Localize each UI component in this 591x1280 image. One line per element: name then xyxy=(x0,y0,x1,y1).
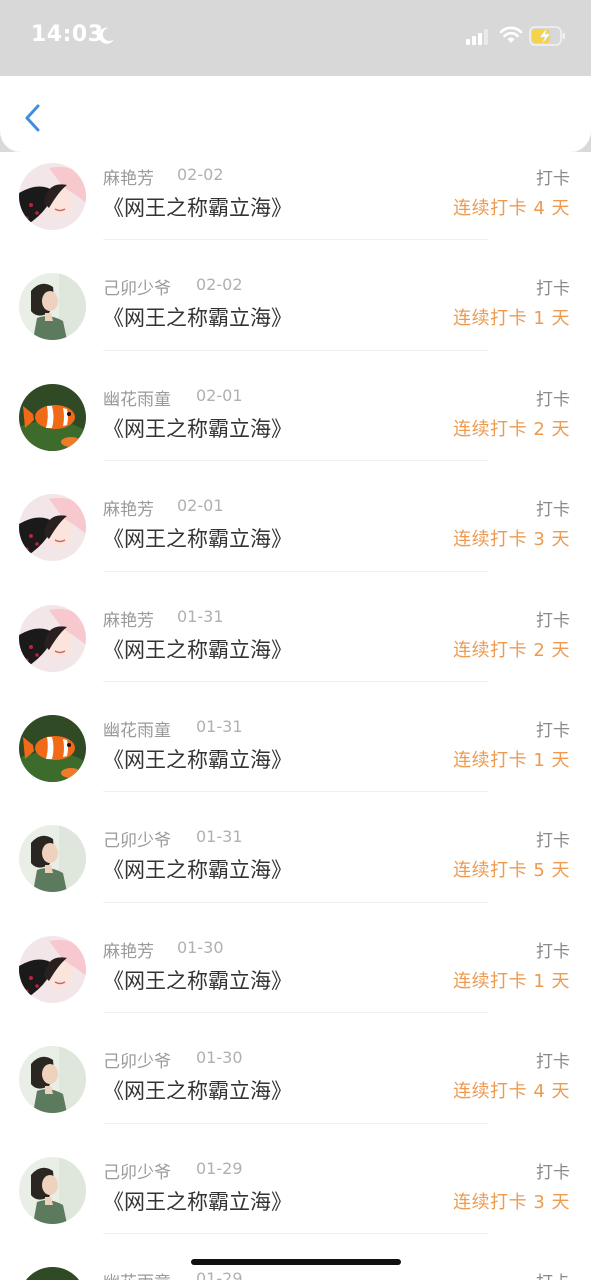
user-name: 己卯少爷 xyxy=(103,1052,171,1073)
checkin-date: 01-30 xyxy=(196,1048,243,1068)
streak-label: 连续打卡 3 天 xyxy=(453,1191,570,1213)
book-title[interactable]: 《网王之称霸立海》 xyxy=(103,523,292,553)
checkin-date: 01-29 xyxy=(196,1268,243,1280)
cellular-signal-icon xyxy=(466,29,488,45)
checkin-date: 02-02 xyxy=(177,165,224,184)
book-title[interactable]: 《网王之称霸立海》 xyxy=(103,302,292,332)
record-type-label: 打卡 xyxy=(536,1268,570,1280)
checkin-date: 01-31 xyxy=(196,716,243,736)
streak-label: 连续打卡 2 天 xyxy=(453,418,570,440)
record-type-label: 打卡 xyxy=(536,500,570,521)
streak-label: 连续打卡 4 天 xyxy=(453,198,570,219)
record-type-label: 打卡 xyxy=(536,169,570,189)
avatar[interactable] xyxy=(19,273,86,341)
record-type-label: 打卡 xyxy=(536,389,570,410)
checkin-date: 01-30 xyxy=(177,937,224,957)
status-time: 14:03 xyxy=(31,22,104,47)
home-indicator xyxy=(191,1259,401,1265)
user-name: 己卯少爷 xyxy=(103,279,171,300)
list-item[interactable]: 己卯少爷 02-02 《网王之称霸立海》 打卡连续打卡 1 天 xyxy=(0,240,591,351)
avatar[interactable] xyxy=(19,604,86,672)
user-name: 己卯少爷 xyxy=(103,831,171,852)
streak-label: 连续打卡 5 天 xyxy=(453,860,570,882)
avatar[interactable] xyxy=(19,494,86,562)
streak-label: 连续打卡 3 天 xyxy=(453,529,570,551)
list-item[interactable]: 幽花雨童01-29《网王之称霸立海》打卡 xyxy=(0,1234,591,1280)
record-type-label: 打卡 xyxy=(536,610,570,631)
checkin-date: 01-31 xyxy=(196,827,243,847)
streak-label: 连续打卡 4 天 xyxy=(453,1081,570,1103)
list-item[interactable]: 幽花雨童 02-01 《网王之称霸立海》 打卡连续打卡 2 天 xyxy=(0,351,591,462)
streak-label: 连续打卡 2 天 xyxy=(453,639,570,661)
chevron-left-icon[interactable] xyxy=(14,100,50,136)
book-title[interactable]: 《网王之称霸立海》 xyxy=(103,965,292,995)
list-item[interactable]: 幽花雨童 01-31 《网王之称霸立海》 打卡连续打卡 1 天 xyxy=(0,682,591,793)
moon-icon xyxy=(98,27,114,44)
list-item[interactable]: 麻艳芳 02-02 《网王之称霸立海》 打卡连续打卡 4 天 xyxy=(0,152,591,241)
book-title[interactable]: 《网王之称霸立海》 xyxy=(103,413,292,443)
book-title[interactable]: 《网王之称霸立海》 xyxy=(103,744,292,774)
avatar[interactable] xyxy=(19,714,86,782)
streak-label: 连续打卡 1 天 xyxy=(453,749,570,771)
checkin-date: 01-31 xyxy=(177,606,224,626)
record-type-label: 打卡 xyxy=(536,1162,570,1183)
user-name: 幽花雨童 xyxy=(103,720,171,741)
list-item[interactable]: 麻艳芳 01-31 《网王之称霸立海》 打卡连续打卡 2 天 xyxy=(0,572,591,682)
checkin-date: 02-02 xyxy=(196,275,243,295)
user-name: 己卯少爷 xyxy=(103,1162,171,1183)
checkin-date: 02-01 xyxy=(196,385,243,405)
list-item[interactable]: 麻艳芳 02-01 《网王之称霸立海》 打卡连续打卡 3 天 xyxy=(0,461,591,572)
book-title[interactable]: 《网王之称霸立海》 xyxy=(103,634,292,664)
avatar[interactable] xyxy=(19,1266,86,1280)
list-item[interactable]: 己卯少爷 01-29 《网王之称霸立海》 打卡连续打卡 3 天 xyxy=(0,1124,591,1234)
list-item[interactable]: 己卯少爷 01-31 《网王之称霸立海》 打卡连续打卡 5 天 xyxy=(0,792,591,903)
book-title[interactable]: 《网王之称霸立海》 xyxy=(103,1075,292,1105)
record-type-label: 打卡 xyxy=(536,1052,570,1073)
book-title[interactable]: 《网王之称霸立海》 xyxy=(103,854,292,884)
avatar[interactable] xyxy=(19,1156,86,1224)
avatar[interactable] xyxy=(19,163,86,230)
checkin-list[interactable]: 麻艳芳 02-02 《网王之称霸立海》 打卡 连续打卡 4 天己卯少爷 02-02 《网王之… xyxy=(0,152,591,1280)
user-name: 麻艳芳 xyxy=(103,500,154,521)
wifi-icon xyxy=(499,26,523,43)
user-name: 幽花雨童 xyxy=(103,1268,171,1280)
record-type-label: 打卡 xyxy=(536,831,570,852)
list-item[interactable]: 己卯少爷 01-30 《网王之称霸立海》 打卡连续打卡 4 天 xyxy=(0,1013,591,1124)
streak-label: 连续打卡 1 天 xyxy=(453,308,570,330)
avatar[interactable] xyxy=(19,383,86,451)
checkin-date: 02-01 xyxy=(177,496,224,516)
record-type-label: 打卡 xyxy=(536,279,570,300)
checkin-list-inner: 麻艳芳 02-02 《网王之称霸立海》 打卡 连续打卡 4 天己卯少爷 02-02 《网王之… xyxy=(0,152,591,1280)
record-type-label: 打卡 xyxy=(536,941,570,962)
list-item[interactable]: 麻艳芳 01-30 《网王之称霸立海》 打卡连续打卡 1 天 xyxy=(0,903,591,1014)
book-title[interactable]: 《网王之称霸立海》 xyxy=(103,192,292,222)
status-bar: 14:03 xyxy=(0,0,591,76)
checkin-date: 01-29 xyxy=(196,1158,243,1178)
user-name: 麻艳芳 xyxy=(103,610,154,631)
user-name: 幽花雨童 xyxy=(103,389,171,410)
record-type-label: 打卡 xyxy=(536,720,570,741)
book-title[interactable]: 《网王之称霸立海》 xyxy=(103,1186,292,1216)
user-name: 麻艳芳 xyxy=(103,169,154,189)
avatar[interactable] xyxy=(19,1046,86,1114)
navigation-bar xyxy=(0,76,591,153)
avatar[interactable] xyxy=(19,825,86,893)
battery-charging-icon xyxy=(529,26,565,46)
streak-label: 连续打卡 1 天 xyxy=(453,970,570,992)
avatar[interactable] xyxy=(19,935,86,1003)
user-name: 麻艳芳 xyxy=(103,941,154,962)
